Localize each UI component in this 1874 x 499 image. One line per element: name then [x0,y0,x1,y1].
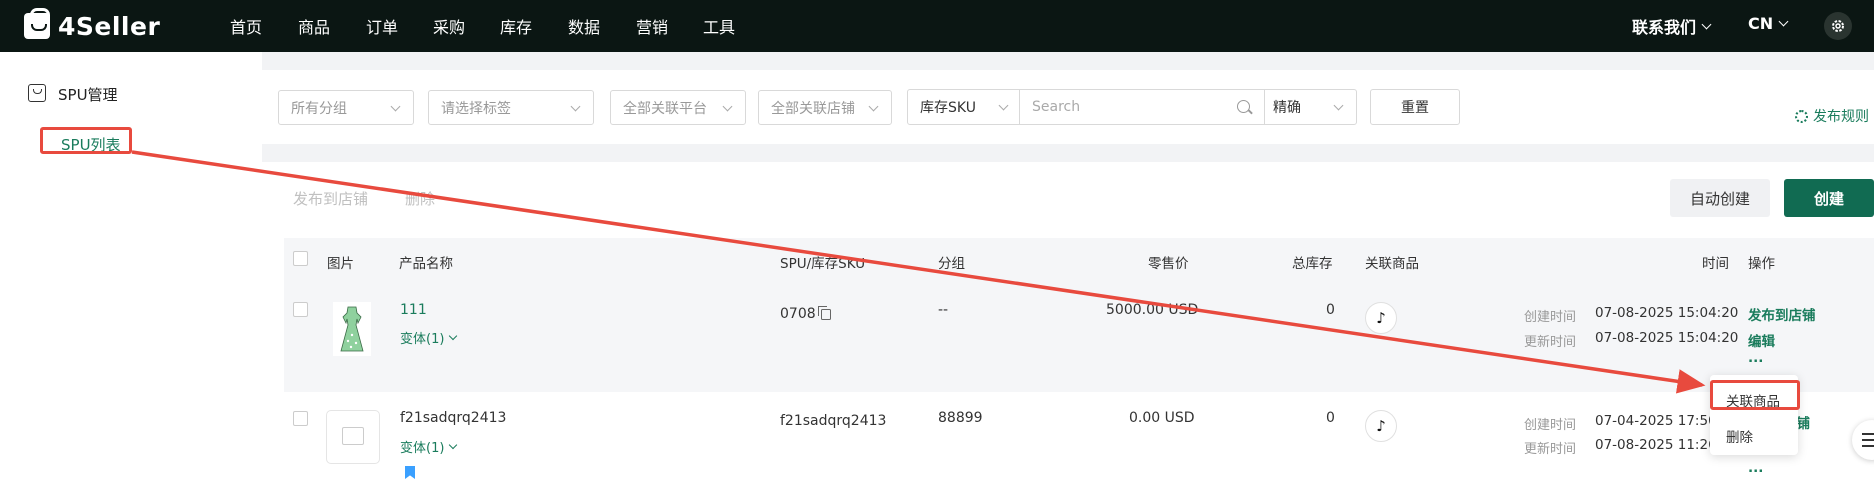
arrow-line [131,150,1706,394]
annotation-arrow [131,150,1706,394]
